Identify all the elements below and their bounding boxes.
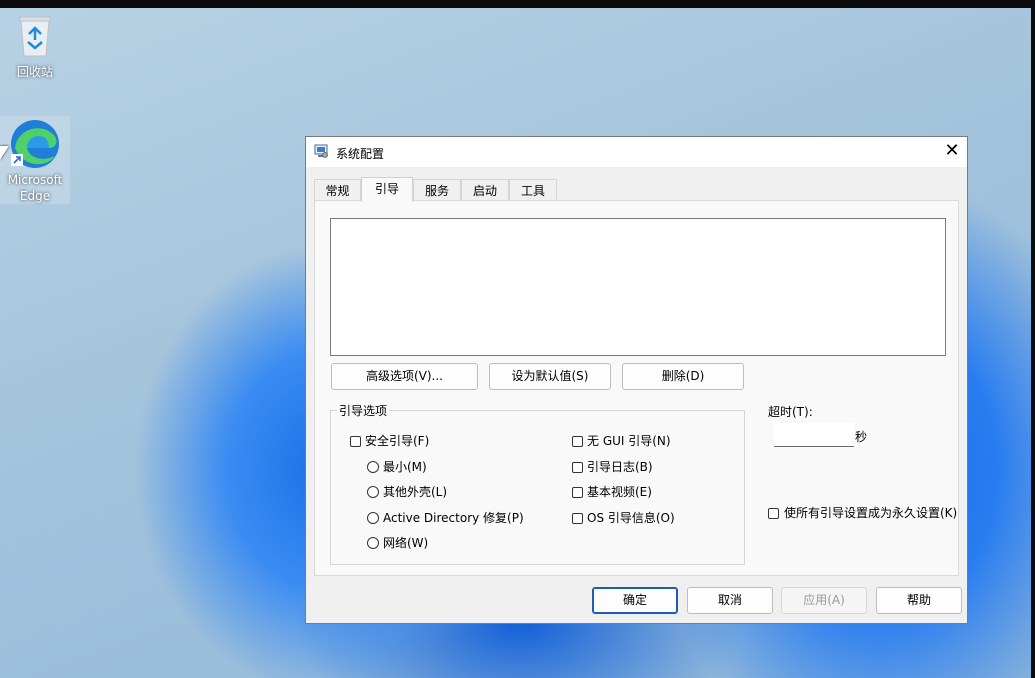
ok-button[interactable]: 确定 (592, 587, 678, 614)
radio-circle (367, 512, 379, 524)
cancel-button[interactable]: 取消 (687, 587, 773, 614)
ad-repair-radio[interactable]: Active Directory 修复(P) (367, 510, 524, 526)
timeout-label: 超时(T): (768, 405, 813, 419)
boot-log-checkbox[interactable]: 引导日志(B) (572, 459, 653, 475)
desktop-icon-label: Edge (19, 189, 51, 203)
desktop-icon-label: Microsoft (7, 173, 63, 187)
base-video-checkbox[interactable]: 基本视频(E) (572, 484, 652, 500)
tab-boot[interactable]: 引导 (361, 177, 413, 202)
network-label: 网络(W) (383, 536, 429, 550)
apply-button[interactable]: 应用(A) (781, 587, 867, 614)
screen-right-edge (1031, 0, 1035, 678)
network-radio[interactable]: 网络(W) (367, 535, 428, 551)
boot-options-group: 引导选项 安全引导(F) 最小(M) 其他外壳(L) Active Direct… (330, 402, 745, 565)
checkbox-box (572, 487, 583, 498)
close-button[interactable]: ✕ (937, 137, 967, 167)
radio-circle (367, 537, 379, 549)
no-gui-boot-checkbox[interactable]: 无 GUI 引导(N) (572, 433, 671, 449)
close-icon: ✕ (944, 140, 960, 161)
checkbox-box (572, 513, 583, 524)
desktop-icon-recycle-bin[interactable]: 回收站 (0, 14, 70, 80)
alternate-shell-radio[interactable]: 其他外壳(L) (367, 484, 447, 500)
timeout-input[interactable] (774, 423, 854, 447)
ad-repair-label: Active Directory 修复(P) (383, 511, 524, 525)
minimal-label: 最小(M) (383, 460, 427, 474)
mouse-cursor (0, 146, 9, 160)
desktop-icon-label: 回收站 (16, 65, 53, 79)
system-config-dialog: 系统配置 ✕ 常规 引导 服务 启动 工具 高级选项(V)... 设为默认值(S… (305, 136, 968, 624)
recycle-bin-icon (19, 16, 51, 57)
window-title: 系统配置 (336, 147, 385, 161)
safe-boot-checkbox[interactable]: 安全引导(F) (350, 433, 429, 449)
checkbox-box (572, 436, 583, 447)
radio-circle (367, 486, 379, 498)
delete-button[interactable]: 删除(D) (622, 363, 744, 390)
os-boot-info-checkbox[interactable]: OS 引导信息(O) (572, 510, 675, 526)
radio-circle (367, 461, 379, 473)
set-default-button[interactable]: 设为默认值(S) (489, 363, 611, 390)
make-permanent-label: 使所有引导设置成为永久设置(K) (784, 506, 958, 520)
base-video-label: 基本视频(E) (587, 485, 652, 499)
msconfig-icon (314, 144, 328, 158)
os-boot-info-label: OS 引导信息(O) (587, 511, 675, 525)
boot-log-label: 引导日志(B) (587, 460, 653, 474)
tab-tools[interactable]: 工具 (509, 179, 557, 201)
boot-options-legend: 引导选项 (337, 402, 390, 419)
boot-tab-panel: 高级选项(V)... 设为默认值(S) 删除(D) 引导选项 安全引导(F) 最… (314, 200, 959, 576)
tab-startup[interactable]: 启动 (461, 179, 509, 201)
advanced-options-button[interactable]: 高级选项(V)... (331, 363, 478, 390)
alternate-shell-label: 其他外壳(L) (383, 485, 448, 499)
screen-top-edge (0, 0, 1035, 8)
safe-boot-label: 安全引导(F) (365, 434, 430, 448)
tab-services[interactable]: 服务 (413, 179, 461, 201)
tab-general[interactable]: 常规 (314, 179, 361, 201)
timeout-unit: 秒 (855, 430, 868, 444)
title-bar[interactable]: 系统配置 ✕ (306, 137, 967, 167)
desktop-icon-edge[interactable]: Microsoft Edge (0, 116, 70, 204)
no-gui-boot-label: 无 GUI 引导(N) (587, 434, 671, 448)
checkbox-box (572, 462, 583, 473)
help-button[interactable]: 帮助 (876, 587, 962, 614)
edge-icon (11, 120, 59, 168)
os-list[interactable] (330, 218, 946, 356)
checkbox-box (350, 436, 361, 447)
minimal-radio[interactable]: 最小(M) (367, 459, 427, 475)
checkbox-box (768, 508, 779, 519)
make-permanent-checkbox[interactable]: 使所有引导设置成为永久设置(K) (768, 505, 958, 521)
